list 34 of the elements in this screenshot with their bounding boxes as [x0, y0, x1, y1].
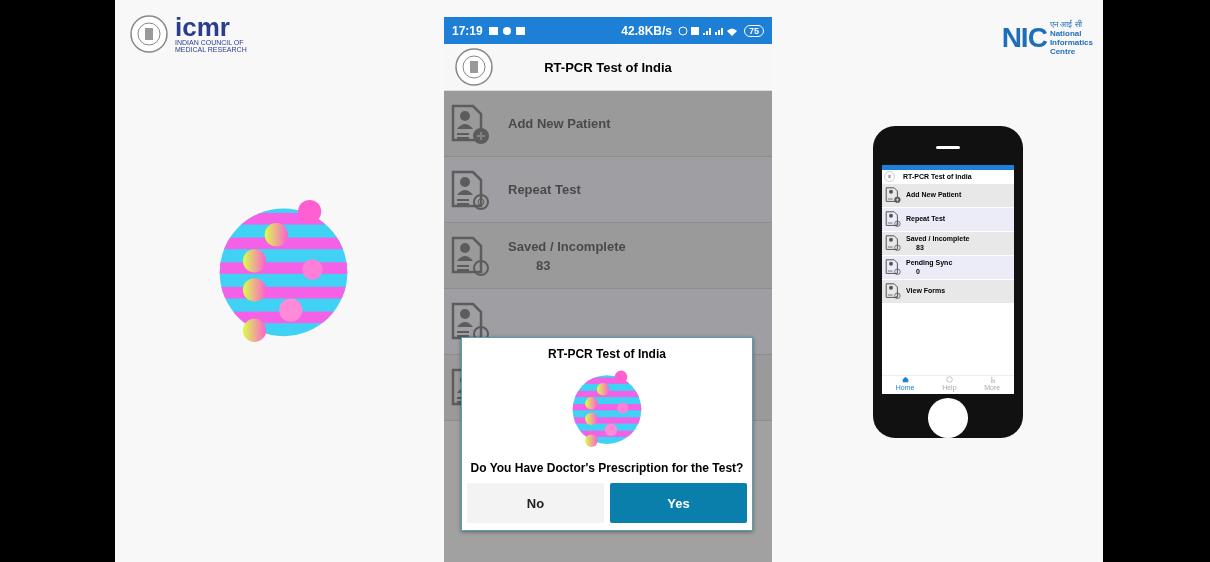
cancel-button[interactable]: No [467, 483, 604, 523]
nic-name-line: Centre [1049, 47, 1077, 56]
patient-document-icon [885, 187, 901, 204]
status-time: 17:19 [452, 23, 483, 38]
menu-item[interactable]: Saved / Incomplete 83 [444, 223, 772, 289]
emblem-seal-icon [454, 47, 494, 87]
patient-document-icon [450, 103, 490, 144]
help-icon [945, 376, 953, 384]
patient-document-icon [450, 169, 490, 210]
home-icon [901, 376, 909, 384]
hand-icon [988, 376, 996, 384]
menu-item[interactable]: Add New Patient [444, 91, 772, 157]
menu-item-label: Saved / Incomplete [508, 238, 626, 254]
patient-document-icon [450, 235, 490, 276]
item-count: 83 [535, 257, 552, 273]
network-speed: 42.8KB/s [621, 23, 672, 38]
patient-document-icon [885, 259, 901, 276]
patient-document-icon [885, 235, 901, 252]
emblem-seal-icon [129, 14, 169, 54]
dialog-question: Do You Have Doctor's Prescription for the Test? [470, 461, 744, 475]
patient-document-icon [885, 283, 901, 300]
nic-name-line: National [1049, 29, 1083, 38]
icmr-wordmark: icmr [175, 15, 230, 39]
dialog-title: RT-PCR Test of India [548, 347, 666, 361]
nic-name-line: Informatics [1049, 38, 1093, 47]
patient-document-icon [450, 301, 490, 342]
patient-document-icon [885, 211, 901, 228]
signal-wifi-icons [678, 25, 738, 36]
nic-wordmark: NIC [1001, 22, 1047, 54]
menu-item-label: Repeat Test [508, 182, 581, 197]
menu-item-label: Add New Patient [508, 116, 611, 131]
app-title: RT-PCR Test of India [543, 59, 673, 75]
nic-hindi-name: एन आई सी [1049, 20, 1083, 29]
confirm-button[interactable]: Yes [610, 483, 747, 523]
